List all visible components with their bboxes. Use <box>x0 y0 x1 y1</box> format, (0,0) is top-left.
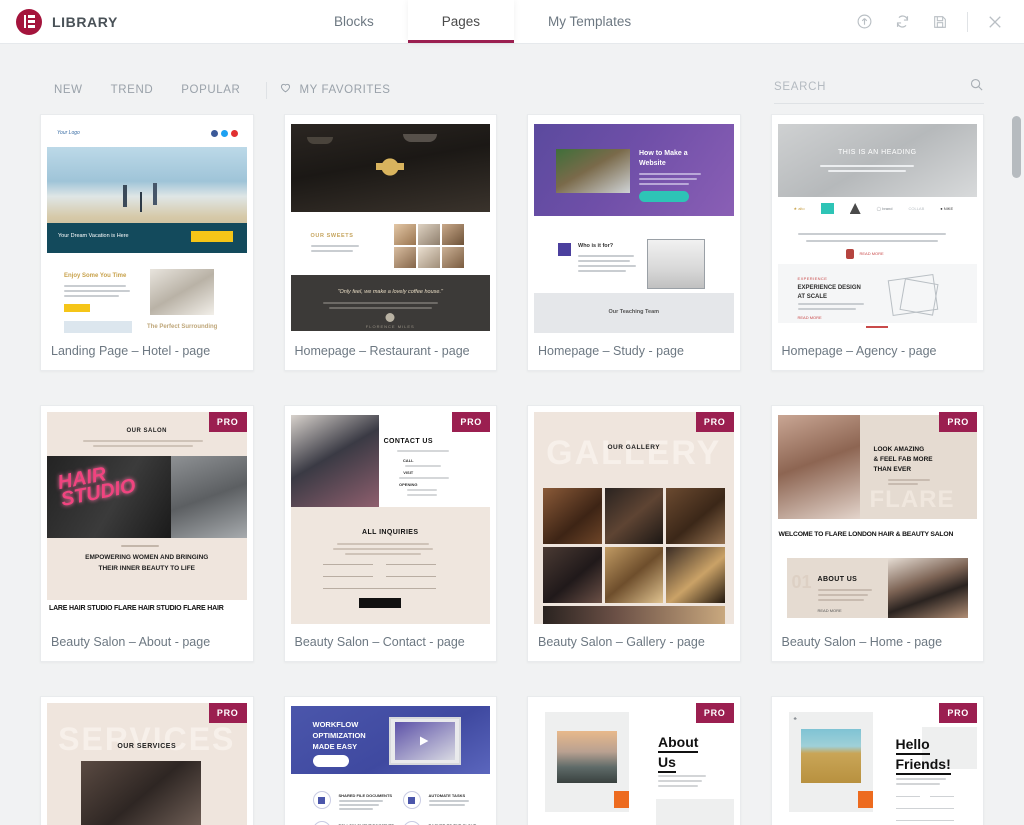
template-card[interactable]: Your Logo Your Dream Vacation is Here En… <box>40 114 254 371</box>
template-thumbnail: PRO ♣ Hello Friends! <box>777 703 977 825</box>
template-card[interactable]: PRO CONTACT US CALL VISIT OPENING ALL IN… <box>283 405 497 662</box>
heart-icon <box>279 81 292 99</box>
tab-pages[interactable]: Pages <box>407 0 515 43</box>
scrollbar-track[interactable] <box>1012 114 1021 825</box>
filter-divider <box>266 81 268 99</box>
pro-badge: PRO <box>452 412 490 432</box>
pro-badge: PRO <box>939 703 977 723</box>
pro-badge: PRO <box>695 412 734 432</box>
pro-badge: PRO <box>208 703 247 723</box>
filter-trend[interactable]: TREND <box>97 80 168 100</box>
template-thumbnail: Your Logo Your Dream Vacation is Here En… <box>47 121 247 333</box>
tab-blocks[interactable]: Blocks <box>300 0 408 43</box>
filter-group: NEW TREND POPULAR MY FAVORITES <box>40 77 391 103</box>
elementor-logo-icon <box>16 8 42 35</box>
library-header: LIBRARY Blocks Pages My Templates <box>0 0 1024 44</box>
template-thumbnail: PRO SERVICES OUR SERVICES IS IN THE LAST… <box>47 703 247 825</box>
pro-badge: PRO <box>208 412 247 432</box>
template-card[interactable]: THIS IS AN HEADING ★ alto ◯ brand COLLAB… <box>770 114 984 371</box>
search-icon[interactable] <box>969 77 984 97</box>
template-title: Homepage – Study - page <box>538 344 684 358</box>
template-title: Beauty Salon – Home - page <box>781 635 943 649</box>
template-card[interactable]: PRO OUR SALON HAIR STUDIO EMPOWERING WOME… <box>40 405 254 662</box>
templates-scroll-area[interactable]: Your Logo Your Dream Vacation is Here En… <box>0 114 1024 825</box>
template-card[interactable]: OUR SWEETS "Only feel, we make a lovely … <box>283 114 497 371</box>
close-icon[interactable] <box>978 5 1012 39</box>
template-title: Landing Page – Hotel - page <box>51 344 211 358</box>
template-thumbnail: PRO OUR SALON HAIR STUDIO EMPOWERING WOME… <box>47 412 247 624</box>
template-card[interactable]: WORKFLOW OPTIMIZATION MADE EASY SHARED FIL… <box>283 696 497 825</box>
pro-badge: PRO <box>695 703 734 723</box>
template-title: Beauty Salon – Contact - page <box>294 635 465 649</box>
filter-popular[interactable]: POPULAR <box>167 80 254 100</box>
search-box <box>774 77 984 104</box>
template-card[interactable]: PRO FLARE LOOK AMAZING & FEEL FAB MORE THA… <box>770 405 984 662</box>
template-thumbnail: PRO FLARE LOOK AMAZING & FEEL FAB MORE THA… <box>777 412 977 624</box>
page-title: LIBRARY <box>52 13 118 30</box>
pro-badge: PRO <box>939 412 977 432</box>
save-icon[interactable] <box>923 5 957 39</box>
template-card[interactable]: PRO SERVICES OUR SERVICES IS IN THE LAST… <box>40 696 254 825</box>
template-thumbnail: WORKFLOW OPTIMIZATION MADE EASY SHARED FIL… <box>290 703 490 825</box>
scrollbar-thumb[interactable] <box>1012 116 1021 178</box>
template-card[interactable]: How to Make a Website Who is it for? Our… <box>527 114 741 371</box>
template-title: Beauty Salon – Gallery - page <box>538 635 705 649</box>
template-thumbnail: PRO About Us How it all began <box>534 703 734 825</box>
template-thumbnail: PRO CONTACT US CALL VISIT OPENING ALL IN… <box>290 412 490 624</box>
template-title: Beauty Salon – About - page <box>51 635 211 649</box>
template-thumbnail: How to Make a Website Who is it for? Our… <box>534 121 734 333</box>
filter-bar: NEW TREND POPULAR MY FAVORITES <box>0 66 1024 114</box>
search-input[interactable] <box>774 80 969 93</box>
templates-grid: Your Logo Your Dream Vacation is Here En… <box>40 114 984 825</box>
template-thumbnail: THIS IS AN HEADING ★ alto ◯ brand COLLAB… <box>777 121 977 333</box>
filter-my-favorites[interactable]: MY FAVORITES <box>279 77 390 103</box>
filter-new[interactable]: NEW <box>40 80 97 100</box>
sync-icon[interactable] <box>885 5 919 39</box>
tab-my-templates[interactable]: My Templates <box>514 0 665 43</box>
header-actions <box>847 0 1024 43</box>
brand: LIBRARY <box>0 0 300 43</box>
template-card[interactable]: PRO About Us How it all began <box>527 696 741 825</box>
template-thumbnail: PRO GALLERY OUR GALLERY <box>534 412 734 624</box>
template-card[interactable]: PRO ♣ Hello Friends! <box>770 696 984 825</box>
library-tabs: Blocks Pages My Templates <box>300 0 665 43</box>
template-card[interactable]: PRO GALLERY OUR GALLERY Beauty Salon – G… <box>527 405 741 662</box>
template-title: Homepage – Agency - page <box>781 344 937 358</box>
upload-icon[interactable] <box>847 5 881 39</box>
divider <box>967 11 968 32</box>
template-title: Homepage – Restaurant - page <box>294 344 470 358</box>
template-thumbnail: OUR SWEETS "Only feel, we make a lovely … <box>290 121 490 333</box>
my-favorites-label: MY FAVORITES <box>299 84 391 96</box>
